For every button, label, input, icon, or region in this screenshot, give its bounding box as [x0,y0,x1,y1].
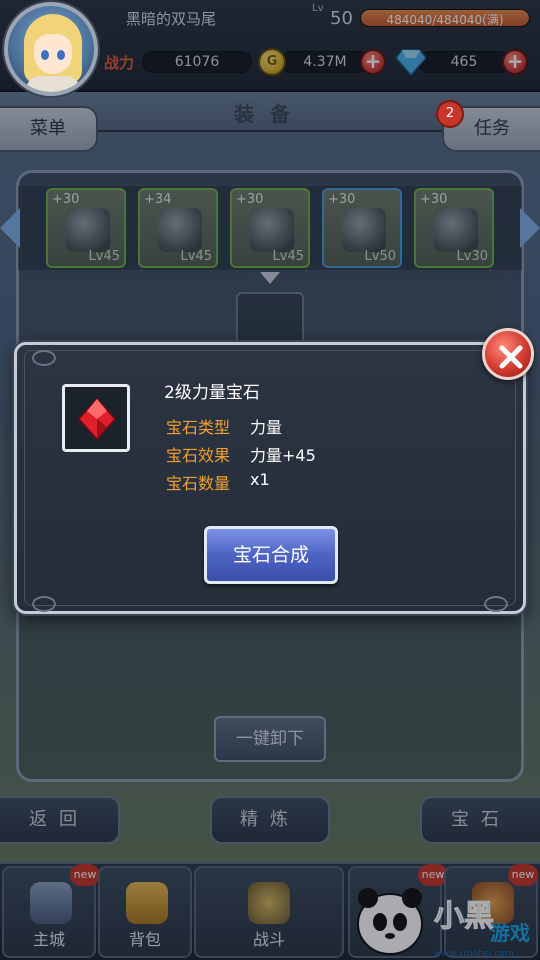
avatar-eye-right [57,50,65,60]
attr-count-label: 宝石数量 [166,474,231,493]
red-gem-icon [77,397,117,441]
attr-count-value: x1 [250,470,270,489]
attr-type-label: 宝石类型 [166,418,231,437]
gem-name: 2级力量宝石 [164,383,260,403]
attr-type-value: 力量 [250,418,283,437]
avatar-face [34,34,72,74]
corner-ornament [484,596,508,612]
attr-effect-value: 力量+45 [250,446,316,465]
player-avatar[interactable] [4,2,98,96]
avatar-eye-left [41,50,49,60]
close-button[interactable] [482,328,534,380]
task-badge: 2 [436,100,464,128]
gem-preview-frame [62,384,130,452]
attr-effect-label: 宝石效果 [166,446,231,465]
close-icon [499,345,523,369]
corner-ornament [32,350,56,366]
corner-ornament [32,596,56,612]
gem-compose-button[interactable]: 宝石合成 [204,526,338,584]
